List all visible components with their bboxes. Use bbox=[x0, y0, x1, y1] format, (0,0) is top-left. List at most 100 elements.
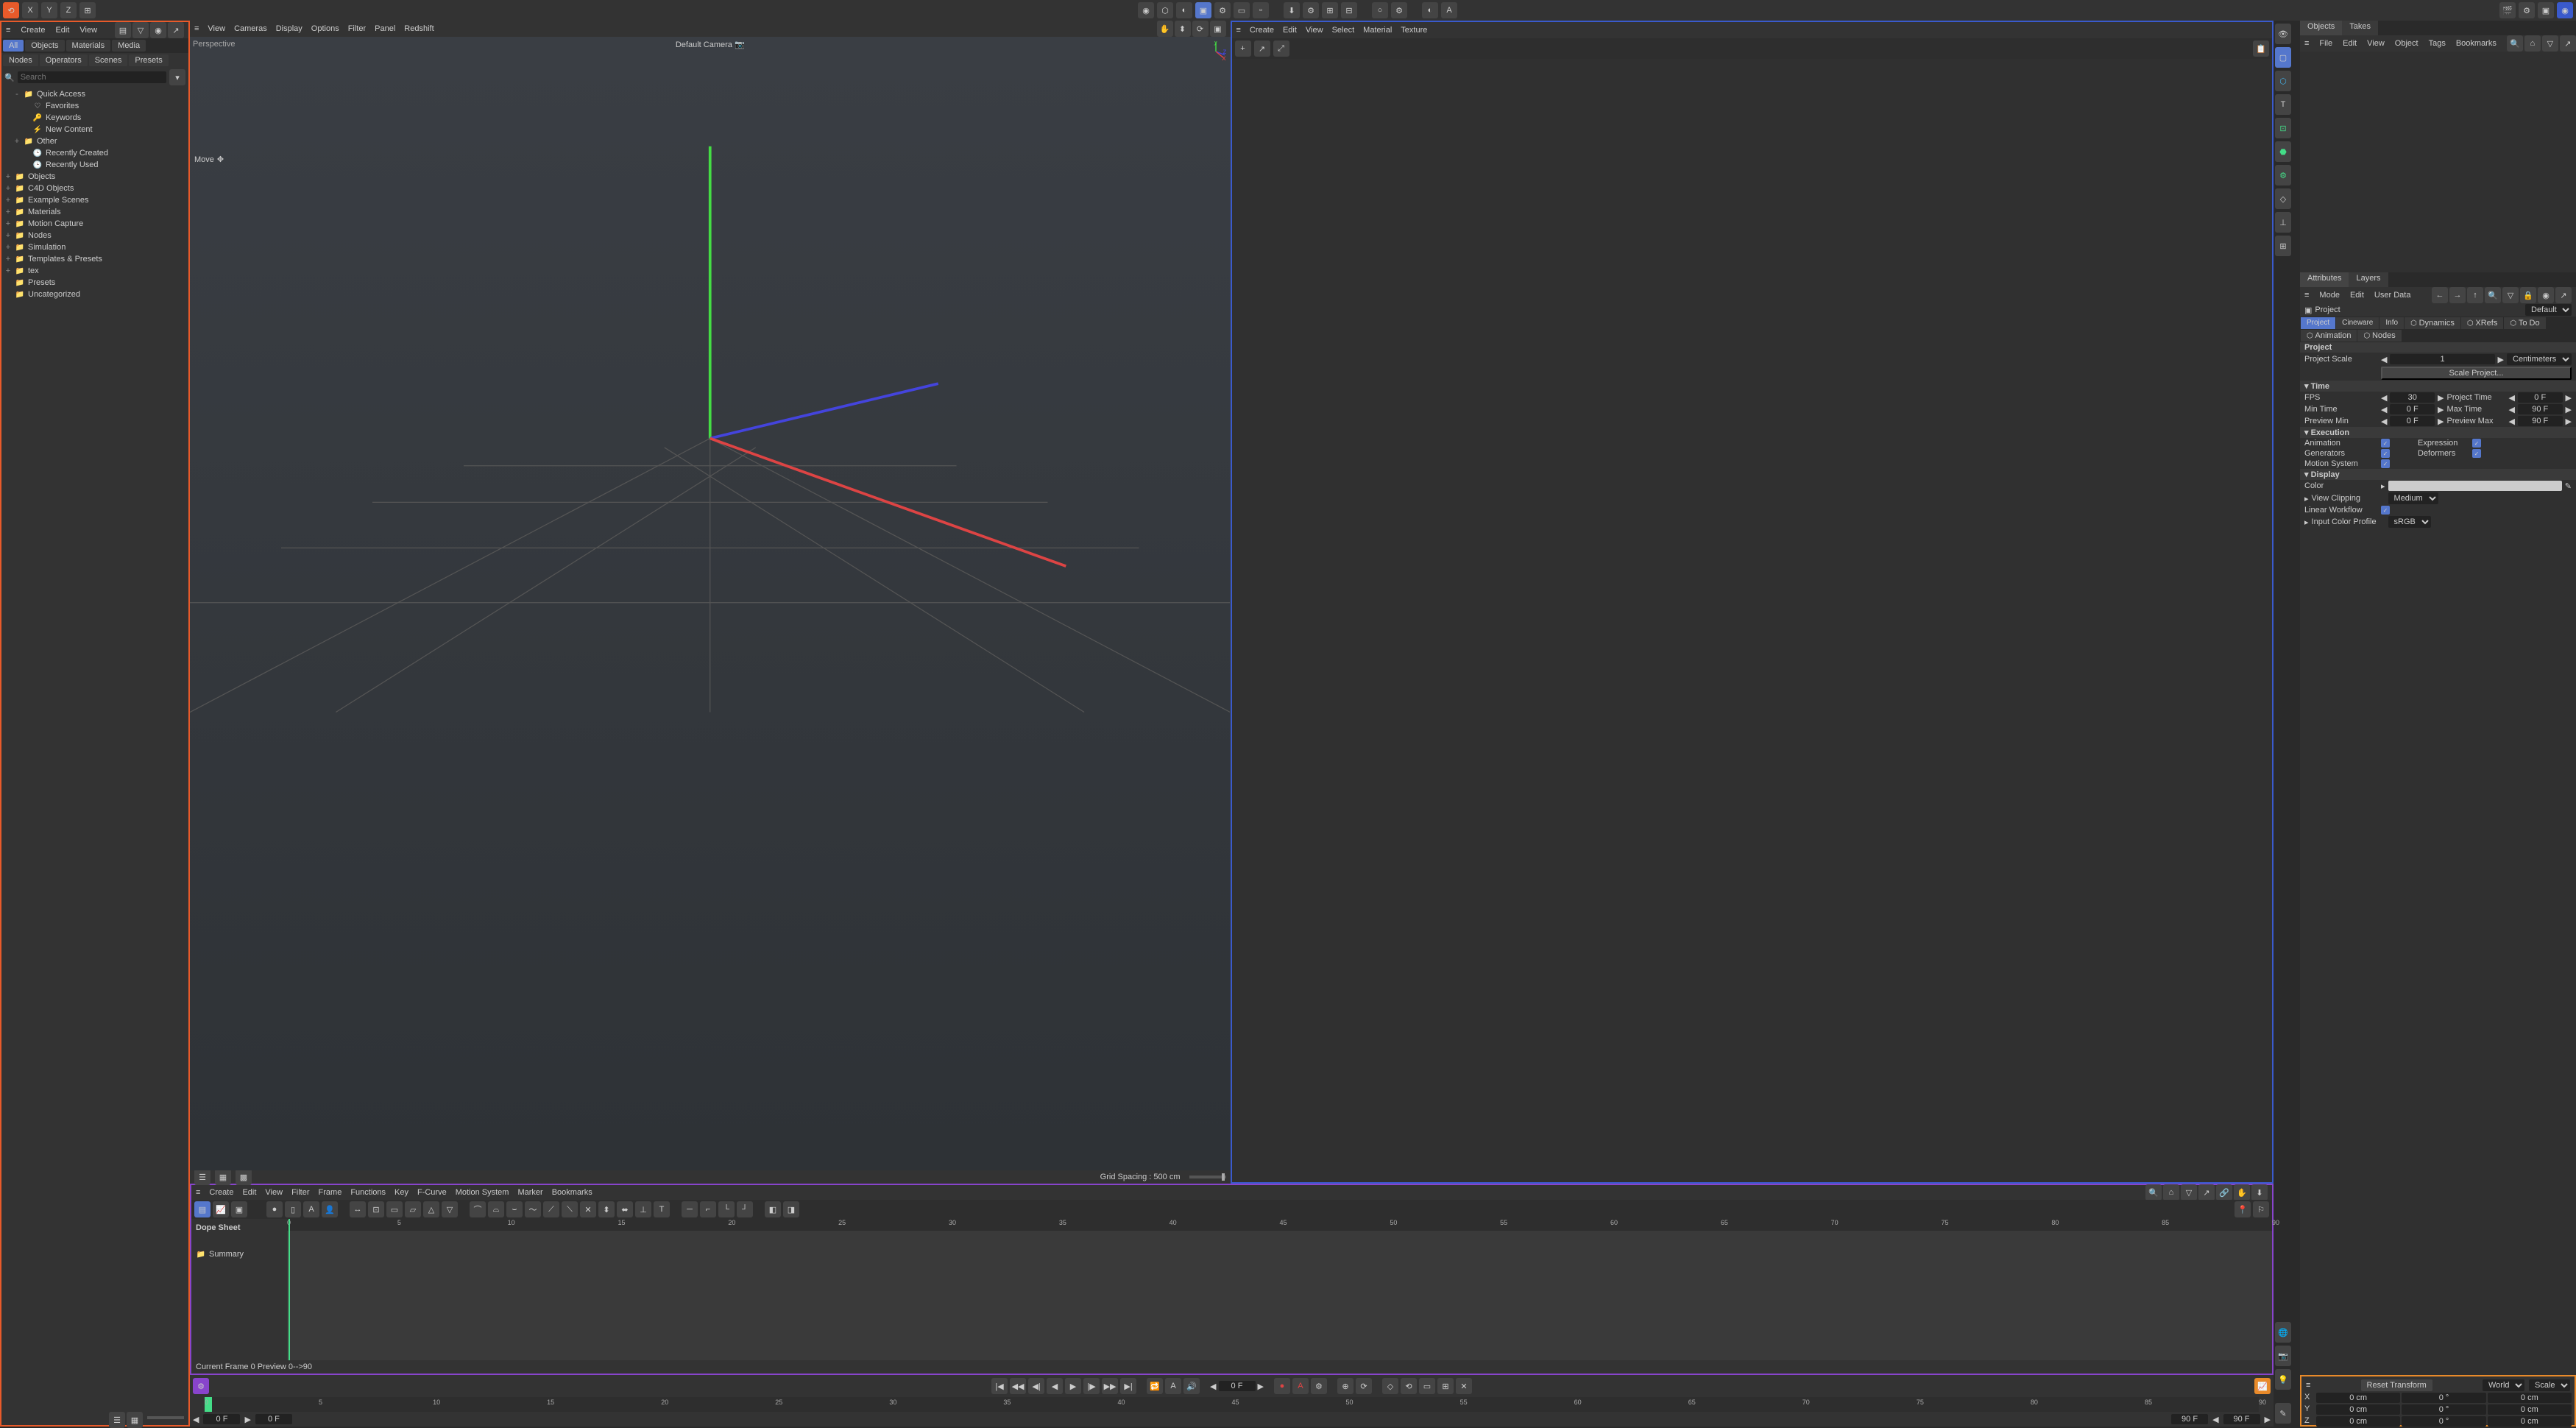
add-icon[interactable]: + bbox=[1235, 40, 1251, 57]
unit-dropdown[interactable]: Centimeters bbox=[2507, 353, 2572, 365]
preview-max-field[interactable]: 90 F bbox=[2518, 416, 2563, 426]
list-mode-icon[interactable]: ☰ bbox=[109, 1412, 125, 1428]
vp-menu-options[interactable]: Options bbox=[311, 24, 339, 33]
autokey-icon[interactable]: A bbox=[1165, 1378, 1181, 1394]
popout-icon[interactable]: ↗ bbox=[168, 22, 184, 38]
tree-item[interactable]: -📁Quick Access bbox=[3, 88, 187, 100]
filter-icon[interactable]: ▽ bbox=[2542, 35, 2558, 52]
tab-nodes[interactable]: ⬡ Nodes bbox=[2357, 330, 2401, 342]
menu-bookmarks[interactable]: Bookmarks bbox=[2456, 39, 2497, 48]
key-settings-icon[interactable]: ⚙ bbox=[1311, 1378, 1327, 1394]
tool-icon[interactable]: ⚙ bbox=[1214, 2, 1231, 18]
menu-item[interactable]: F-Curve bbox=[417, 1188, 447, 1197]
vp-menu-panel[interactable]: Panel bbox=[375, 24, 395, 33]
preview-min-field[interactable]: 0 F bbox=[2390, 416, 2435, 426]
sound-icon[interactable]: 🔊 bbox=[1183, 1378, 1200, 1394]
view-mode-icon[interactable]: ▩ bbox=[236, 1169, 252, 1185]
menu-view[interactable]: View bbox=[2367, 39, 2385, 48]
tool-icon[interactable]: ⊡ bbox=[368, 1201, 384, 1217]
menu-edit[interactable]: Edit bbox=[2343, 39, 2357, 48]
tab-layers[interactable]: Layers bbox=[2349, 272, 2388, 287]
menu-edit[interactable]: Edit bbox=[1283, 26, 1297, 35]
menu-view[interactable]: View bbox=[79, 26, 97, 35]
tab-objects[interactable]: Objects bbox=[2300, 21, 2342, 35]
snap-icon[interactable]: ⬇ bbox=[1284, 2, 1300, 18]
tool-icon[interactable]: ┘ bbox=[737, 1201, 753, 1217]
project-time-field[interactable]: 0 F bbox=[2518, 392, 2563, 403]
material-canvas[interactable] bbox=[1232, 59, 2273, 1182]
fps-field[interactable]: 30 bbox=[2390, 392, 2435, 403]
edit-icon[interactable]: ↗ bbox=[1254, 40, 1270, 57]
record-icon[interactable]: ● bbox=[1274, 1378, 1290, 1394]
tree-item[interactable]: 📁Presets bbox=[3, 277, 187, 289]
menu-select[interactable]: Select bbox=[1332, 26, 1355, 35]
end-frame-field[interactable]: 90 F bbox=[2171, 1414, 2208, 1424]
popout-icon[interactable]: ↗ bbox=[2198, 1184, 2215, 1201]
up-icon[interactable]: ↑ bbox=[2467, 287, 2483, 303]
edge-mode-icon[interactable]: ⬣ bbox=[2275, 141, 2291, 162]
tree-item[interactable]: 🔑Keywords bbox=[3, 112, 187, 124]
tree-item[interactable]: +📁Example Scenes bbox=[3, 194, 187, 206]
grid-mode-icon[interactable]: ▦ bbox=[127, 1412, 143, 1428]
home-icon[interactable]: ⌂ bbox=[2524, 35, 2541, 52]
live-select-icon[interactable]: 👁 bbox=[2275, 24, 2291, 44]
coord-system-icon[interactable]: ⊞ bbox=[79, 2, 96, 18]
tab-presets[interactable]: Presets bbox=[129, 54, 168, 66]
tool-icon[interactable]: T bbox=[654, 1201, 670, 1217]
goto-end-icon[interactable]: ▶| bbox=[1120, 1378, 1136, 1394]
generators-checkbox[interactable]: ✓ bbox=[2381, 449, 2390, 458]
hamburger-icon[interactable]: ≡ bbox=[6, 26, 10, 35]
curve-icon[interactable]: ⌒ bbox=[470, 1201, 486, 1217]
point-mode-icon[interactable]: ⊡ bbox=[2275, 118, 2291, 138]
tool-icon[interactable]: ◐ bbox=[1422, 2, 1438, 18]
world-icon[interactable]: 🌐 bbox=[2275, 1322, 2291, 1343]
list-view-icon[interactable]: ▤ bbox=[115, 22, 131, 38]
zoom-icon[interactable]: ⬍ bbox=[1175, 21, 1191, 37]
tool-icon[interactable]: ✕ bbox=[580, 1201, 596, 1217]
menu-object[interactable]: Object bbox=[2395, 39, 2418, 48]
key-rot-icon[interactable]: ⟳ bbox=[1356, 1378, 1372, 1394]
nav-prev-icon[interactable]: ◀ bbox=[2212, 1415, 2218, 1424]
settings-icon[interactable]: ⚙ bbox=[1391, 2, 1407, 18]
eyedropper-icon[interactable]: ✎ bbox=[2565, 481, 2572, 491]
menu-item[interactable]: Filter bbox=[291, 1188, 309, 1197]
frame-next-icon[interactable]: ▶ bbox=[1258, 1382, 1264, 1391]
tab-xrefs[interactable]: ⬡ XRefs bbox=[2461, 317, 2503, 329]
current-frame-field[interactable]: 0 F bbox=[1219, 1381, 1256, 1391]
prev-frame-icon[interactable]: ◀| bbox=[1028, 1378, 1044, 1394]
clipboard-icon[interactable]: 📋 bbox=[2253, 40, 2269, 57]
tab-materials[interactable]: Materials bbox=[66, 40, 111, 52]
menu-create[interactable]: Create bbox=[1250, 26, 1274, 35]
tab-nodes[interactable]: Nodes bbox=[3, 54, 38, 66]
axis-mode-icon[interactable]: ⊥ bbox=[2275, 212, 2291, 233]
start-frame-field[interactable]: 0 F bbox=[203, 1414, 240, 1424]
render-icon[interactable]: 🎬 bbox=[2499, 2, 2516, 18]
view-mode-icon[interactable]: ▦ bbox=[215, 1169, 231, 1185]
object-manager[interactable] bbox=[2300, 52, 2576, 272]
tab-animation[interactable]: ⬡ Animation bbox=[2301, 330, 2357, 342]
tab-todo[interactable]: ⬡ To Do bbox=[2504, 317, 2545, 329]
tab-objects[interactable]: Objects bbox=[25, 40, 64, 52]
back-icon[interactable]: ← bbox=[2432, 287, 2448, 303]
tab-cineware[interactable]: Cineware bbox=[2336, 317, 2379, 329]
tree-item[interactable]: +📁Motion Capture bbox=[3, 218, 187, 230]
menu-item[interactable]: Edit bbox=[242, 1188, 256, 1197]
hamburger-icon[interactable]: ≡ bbox=[1236, 26, 1241, 35]
prev-key-icon[interactable]: ◀◀ bbox=[1010, 1378, 1026, 1394]
popout-icon[interactable]: ↗ bbox=[2555, 287, 2572, 303]
menu-item[interactable]: Marker bbox=[517, 1188, 542, 1197]
tool-icon[interactable]: ● bbox=[266, 1201, 283, 1217]
expression-checkbox[interactable]: ✓ bbox=[2472, 439, 2481, 448]
menu-create[interactable]: Create bbox=[21, 26, 45, 35]
menu-view[interactable]: View bbox=[1306, 26, 1323, 35]
tab-dynamics[interactable]: ⬡ Dynamics bbox=[2405, 317, 2460, 329]
color-swatch[interactable] bbox=[2388, 481, 2562, 491]
picture-viewer-icon[interactable]: ▣ bbox=[2538, 2, 2554, 18]
tree-item[interactable]: ⚡New Content bbox=[3, 124, 187, 135]
motion-icon[interactable]: ▣ bbox=[231, 1201, 247, 1217]
z-axis-icon[interactable]: Z bbox=[60, 2, 77, 18]
tree-item[interactable]: ♡Favorites bbox=[3, 100, 187, 112]
tree-item[interactable]: +📁tex bbox=[3, 265, 187, 277]
nav-next-icon[interactable]: ▶ bbox=[2265, 1415, 2271, 1424]
tree-item[interactable]: +📁Nodes bbox=[3, 230, 187, 241]
